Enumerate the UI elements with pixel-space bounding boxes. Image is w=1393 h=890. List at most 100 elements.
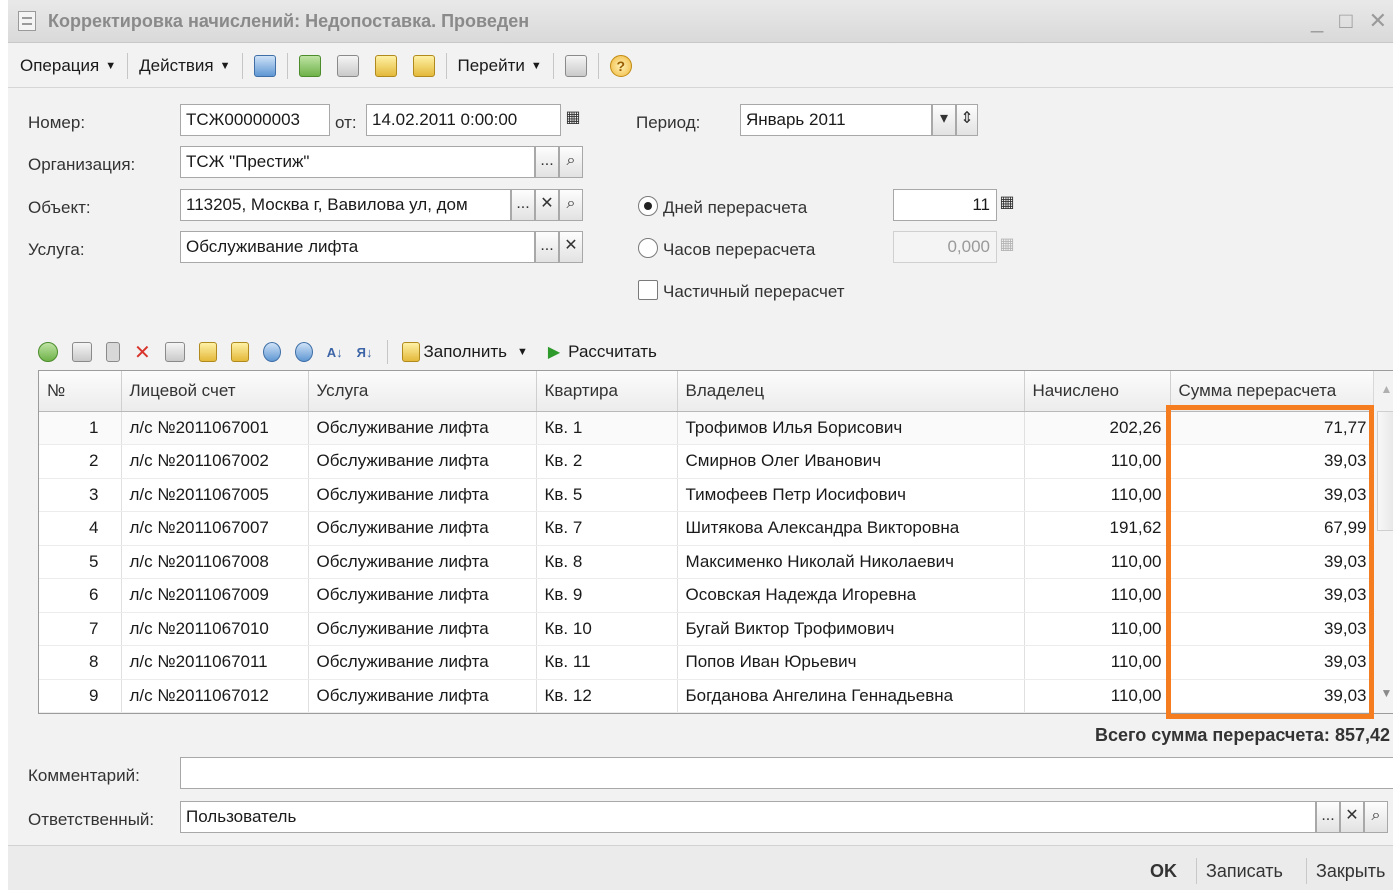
end-edit-icon[interactable] <box>164 342 185 362</box>
cell-owner[interactable]: Богданова Ангелина Геннадьевна <box>677 679 1025 713</box>
cell-service[interactable]: Обслуживание лифта <box>308 679 537 713</box>
table-scrollbar[interactable]: ▲ ▼ <box>1373 371 1393 713</box>
cell-row-number[interactable]: 3 <box>39 478 122 512</box>
cell-service[interactable]: Обслуживание лифта <box>308 645 537 680</box>
cell-account[interactable]: л/с №2011067007 <box>121 511 309 546</box>
edit-row-icon[interactable] <box>106 342 120 362</box>
cell-charged[interactable]: 110,00 <box>1024 578 1171 613</box>
calculate-button[interactable]: ▶ Рассчитать <box>548 342 657 362</box>
scroll-down-icon[interactable]: ▼ <box>1374 681 1393 705</box>
fill-button[interactable]: Заполнить ▼ <box>401 342 528 362</box>
close-icon[interactable]: ✕ <box>1369 8 1387 34</box>
cell-apartment[interactable]: Кв. 12 <box>536 679 678 713</box>
cell-recalc-sum[interactable]: 39,03 <box>1170 478 1376 512</box>
cell-apartment[interactable]: Кв. 2 <box>536 444 678 479</box>
calendar-icon[interactable]: ▦ <box>561 104 585 136</box>
date-field[interactable]: 14.02.2011 0:00:00 <box>366 104 561 136</box>
table-row[interactable]: 1 л/с №2011067001 Обслуживание лифта Кв. 1Т… <box>39 411 1376 445</box>
column-header-owner[interactable]: Владелец <box>677 371 1025 412</box>
cell-owner[interactable]: Шитякова Александра Викторовна <box>677 511 1025 546</box>
cell-service[interactable]: Обслуживание лифта <box>308 511 537 546</box>
cell-owner[interactable]: Максименко Николай Николаевич <box>677 545 1025 579</box>
arrow-up-icon[interactable] <box>262 342 281 362</box>
cell-owner[interactable]: Тимофеев Петр Иосифович <box>677 478 1025 512</box>
post-button[interactable] <box>367 50 405 82</box>
cell-recalc-sum[interactable]: 39,03 <box>1170 578 1376 613</box>
cell-apartment[interactable]: Кв. 8 <box>536 545 678 579</box>
cell-owner[interactable]: Бугай Виктор Трофимович <box>677 612 1025 646</box>
cell-service[interactable]: Обслуживание лифта <box>308 578 537 613</box>
scroll-thumb[interactable] <box>1377 411 1393 531</box>
cell-row-number[interactable]: 8 <box>39 645 122 680</box>
cell-recalc-sum[interactable]: 39,03 <box>1170 545 1376 579</box>
cell-apartment[interactable]: Кв. 1 <box>536 411 678 445</box>
object-search-icon[interactable]: ⌕ <box>559 189 583 221</box>
column-header-charged[interactable]: Начислено <box>1024 371 1171 412</box>
comment-field[interactable] <box>180 757 1393 789</box>
cell-recalc-sum[interactable]: 71,77 <box>1170 411 1376 445</box>
organization-search-icon[interactable]: ⌕ <box>559 146 583 178</box>
cell-apartment[interactable]: Кв. 10 <box>536 612 678 646</box>
cell-row-number[interactable]: 1 <box>39 411 122 445</box>
cell-recalc-sum[interactable]: 39,03 <box>1170 444 1376 479</box>
cell-charged[interactable]: 110,00 <box>1024 612 1171 646</box>
scroll-up-icon[interactable]: ▲ <box>1374 377 1393 401</box>
cell-charged[interactable]: 110,00 <box>1024 679 1171 713</box>
cell-service[interactable]: Обслуживание лифта <box>308 478 537 512</box>
hours-calculator-icon[interactable]: ▦ <box>995 231 1019 263</box>
table-row[interactable]: 8 л/с №2011067011 Обслуживание лифта Кв. 11… <box>39 645 1376 680</box>
cell-service[interactable]: Обслуживание лифта <box>308 612 537 646</box>
period-dropdown-icon[interactable]: ▾ <box>932 104 956 136</box>
goto-menu[interactable]: Перейти ▼ <box>450 50 550 82</box>
post-and-close-button[interactable] <box>246 50 284 82</box>
cell-charged[interactable]: 110,00 <box>1024 545 1171 579</box>
cell-account[interactable]: л/с №2011067011 <box>121 645 309 680</box>
cell-charged[interactable]: 110,00 <box>1024 444 1171 479</box>
organization-field[interactable]: ТСЖ "Престиж" <box>180 146 535 178</box>
cell-apartment[interactable]: Кв. 9 <box>536 578 678 613</box>
cell-row-number[interactable]: 6 <box>39 578 122 613</box>
days-calculator-icon[interactable]: ▦ <box>995 189 1019 221</box>
copy-button[interactable] <box>329 50 367 82</box>
service-clear-icon[interactable]: ✕ <box>559 231 583 263</box>
organization-select-button[interactable]: ... <box>535 146 559 178</box>
cell-account[interactable]: л/с №2011067012 <box>121 679 309 713</box>
cell-row-number[interactable]: 4 <box>39 511 122 546</box>
cell-account[interactable]: л/с №2011067010 <box>121 612 309 646</box>
responsible-search-icon[interactable]: ⌕ <box>1364 801 1388 833</box>
ok-button[interactable]: OK <box>1150 861 1177 882</box>
cell-row-number[interactable]: 2 <box>39 444 122 479</box>
table-row[interactable]: 9 л/с №2011067012 Обслуживание лифта Кв. 12… <box>39 679 1376 713</box>
service-select-button[interactable]: ... <box>535 231 559 263</box>
minimize-icon[interactable]: _ <box>1311 8 1323 34</box>
help-button[interactable]: ? <box>602 50 640 82</box>
cell-owner[interactable]: Смирнов Олег Иванович <box>677 444 1025 479</box>
sort-descending-icon[interactable]: Я↓ <box>357 345 373 360</box>
table-row[interactable]: 4 л/с №2011067007 Обслуживание лифта Кв. 7Ш… <box>39 511 1376 546</box>
days-recalc-radio[interactable] <box>638 196 658 216</box>
structure-button[interactable] <box>557 50 595 82</box>
cell-recalc-sum[interactable]: 67,99 <box>1170 511 1376 546</box>
cell-account[interactable]: л/с №2011067008 <box>121 545 309 579</box>
refresh-button[interactable] <box>291 50 329 82</box>
maximize-icon[interactable]: □ <box>1339 8 1352 34</box>
column-header-account[interactable]: Лицевой счет <box>121 371 309 412</box>
cell-account[interactable]: л/с №2011067005 <box>121 478 309 512</box>
days-recalc-field[interactable]: 11 <box>893 189 997 221</box>
object-select-button[interactable]: ... <box>511 189 535 221</box>
column-header-service[interactable]: Услуга <box>308 371 537 412</box>
actions-menu[interactable]: Действия ▼ <box>131 50 238 82</box>
unpost-button[interactable] <box>405 50 443 82</box>
column-header-number[interactable]: № <box>39 371 122 412</box>
object-field[interactable]: 113205, Москва г, Вавилова ул, дом <box>180 189 511 221</box>
table-row[interactable]: 3 л/с №2011067005 Обслуживание лифта Кв. 5Т… <box>39 478 1376 512</box>
cell-row-number[interactable]: 5 <box>39 545 122 579</box>
responsible-field[interactable]: Пользователь <box>180 801 1316 833</box>
sort-ascending-icon[interactable]: А↓ <box>327 345 343 360</box>
period-spinner-icon[interactable]: ⇕ <box>956 104 978 136</box>
arrow-down-icon[interactable] <box>294 342 313 362</box>
cell-account[interactable]: л/с №2011067002 <box>121 444 309 479</box>
object-clear-icon[interactable]: ✕ <box>535 189 559 221</box>
table-row[interactable]: 7 л/с №2011067010 Обслуживание лифта Кв. 10… <box>39 612 1376 646</box>
copy-row-icon[interactable] <box>72 342 92 362</box>
